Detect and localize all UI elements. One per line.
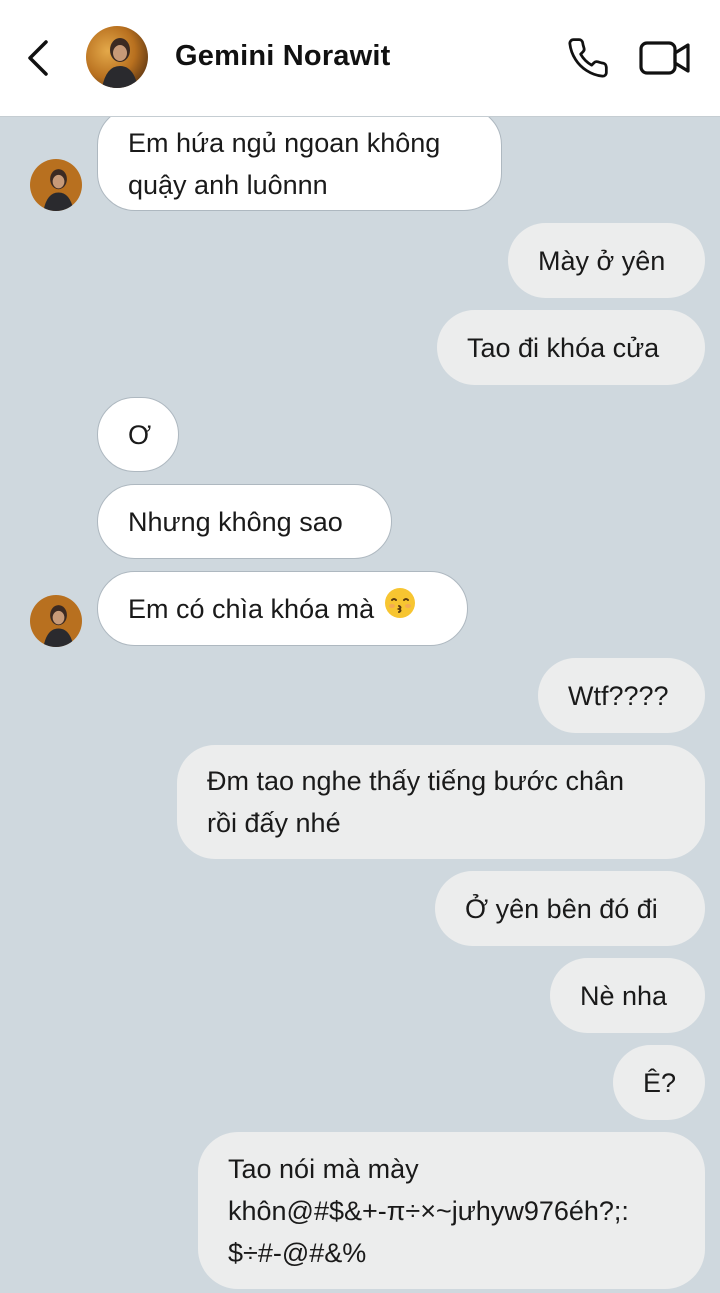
message-text: Mày ở yên [538,245,666,276]
message-text: $÷#-@#&% [228,1237,367,1268]
message-bubble-outgoing[interactable]: Ở yên bên đó đi [435,871,705,946]
message-text: Tao nói mà mày [228,1153,419,1184]
message-bubble-incoming[interactable]: Em hứa ngủ ngoan không quậy anh luônnn [97,117,502,211]
message-bubble-outgoing[interactable]: Tao đi khóa cửa [437,310,705,385]
message-bubble-incoming[interactable]: Em có chìa khóa mà [97,571,468,646]
message-text: Ở yên bên đó đi [465,893,658,924]
message-bubble-incoming[interactable]: Nhưng không sao [97,484,392,559]
message-bubble-incoming[interactable]: Ơ [97,397,179,472]
message-bubble-outgoing[interactable]: Đm tao nghe thấy tiếng bước chân rồi đấy… [177,745,705,859]
message-text: Wtf???? [568,680,669,711]
message-text: Nè nha [580,980,668,1011]
message-text: Tao đi khóa cửa [467,332,660,363]
message-bubble-outgoing[interactable]: Mày ở yên [508,223,705,298]
message-text: Em có chìa khóa mà [128,593,375,624]
message-bubble-outgoing[interactable]: Nè nha [550,958,705,1033]
kissing-face-emoji [384,587,416,631]
voice-call-button[interactable] [566,36,610,80]
message-list[interactable]: Em hứa ngủ ngoan không quậy anh luônnn M… [0,117,720,1293]
sender-avatar[interactable] [30,595,82,647]
message-bubble-outgoing[interactable]: Tao nói mà mày khôn@#$&+-π÷×~jưhyw976éh?… [198,1132,705,1289]
message-bubble-outgoing[interactable]: Ê? [613,1045,705,1120]
phone-icon [568,38,608,78]
video-call-button[interactable] [638,38,692,78]
contact-avatar[interactable] [86,26,148,88]
chevron-left-icon [28,40,48,76]
message-text: Đm tao nghe thấy tiếng bước chân [207,766,625,796]
message-text: khôn@#$&+-π÷×~jưhyw976éh?;: [228,1195,629,1226]
message-text: Ơ [128,419,152,450]
message-text: quậy anh luônnn [128,170,328,200]
chat-header: Gemini Norawit [0,0,720,117]
message-text: rồi đấy nhé [207,808,341,838]
video-camera-icon [639,41,690,75]
message-text: Nhưng không sao [128,506,343,537]
message-text: Ê? [643,1067,677,1098]
sender-avatar[interactable] [30,159,82,211]
contact-name[interactable]: Gemini Norawit [175,40,391,73]
back-button[interactable] [22,38,58,78]
message-text: Em hứa ngủ ngoan không [128,128,441,158]
message-bubble-outgoing[interactable]: Wtf???? [538,658,705,733]
